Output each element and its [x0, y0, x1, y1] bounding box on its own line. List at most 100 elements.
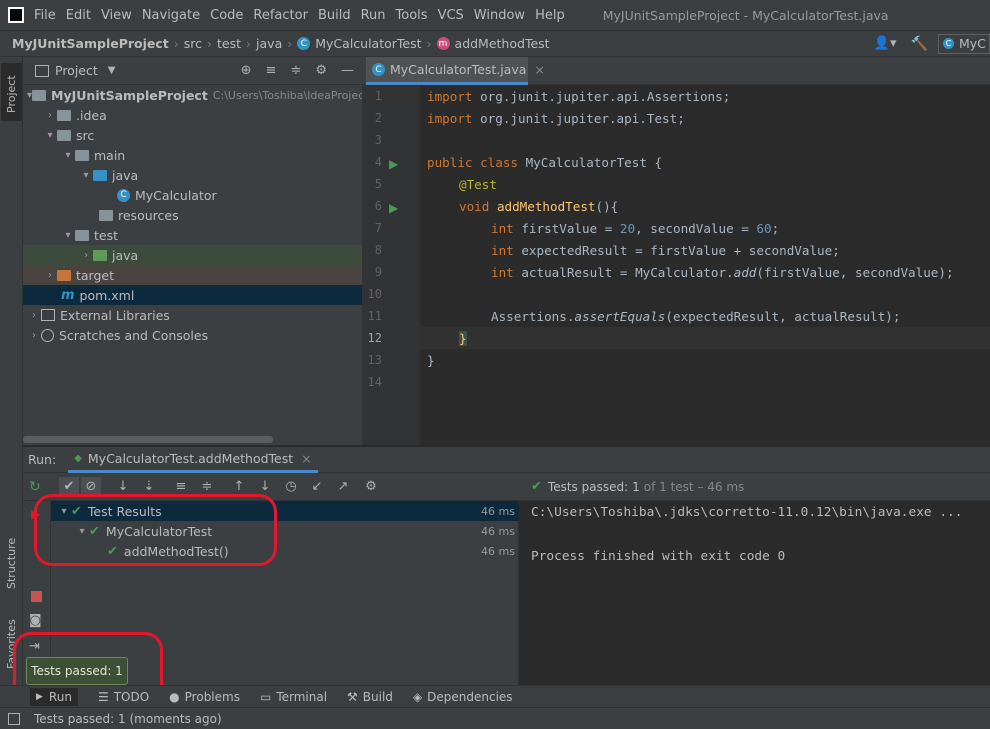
user-icon[interactable]: 👤▾: [874, 36, 897, 51]
folder-icon: [32, 89, 47, 101]
stop-icon[interactable]: [31, 591, 42, 602]
line-number: 10: [367, 287, 382, 301]
scratches-icon: [41, 328, 54, 342]
line-number: 4: [374, 155, 382, 169]
tree-item-idea[interactable]: › .idea: [23, 105, 362, 125]
line-number: 7: [374, 221, 382, 235]
breadcrumb-test[interactable]: test: [217, 36, 241, 51]
code-line-8[interactable]: int expectedResult = firstValue + second…: [491, 243, 840, 258]
intellij-logo-icon[interactable]: [8, 7, 24, 23]
minimize-icon[interactable]: —: [341, 63, 354, 78]
menu-navigate[interactable]: Navigate: [142, 8, 200, 23]
gear-icon[interactable]: ⚙: [315, 63, 327, 78]
breadcrumb-java[interactable]: java: [256, 36, 282, 51]
breadcrumb-method[interactable]: addMethodTest: [455, 36, 550, 51]
project-panel-title[interactable]: Project: [55, 63, 98, 78]
dropdown-arrow-icon[interactable]: ▼: [108, 65, 116, 76]
run-test-method-icon[interactable]: ▶: [389, 201, 402, 215]
breadcrumb-src[interactable]: src: [184, 36, 202, 51]
tree-item-external-libraries[interactable]: › External Libraries: [23, 305, 362, 325]
folder-icon: [57, 129, 71, 141]
tree-item-src[interactable]: ▾ src: [23, 125, 362, 145]
code-line-1[interactable]: import org.junit.jupiter.api.Assertions;: [427, 89, 730, 104]
problems-tool-tab[interactable]: ● Problems: [169, 690, 240, 704]
code-line-6[interactable]: void addMethodTest(){: [459, 199, 618, 214]
test-run-icon: ◆: [74, 452, 82, 464]
expand-all-icon[interactable]: ≡: [266, 63, 277, 78]
breadcrumb-class[interactable]: MyCalculatorTest: [315, 36, 421, 51]
tree-item-main-java[interactable]: ▾ java: [23, 165, 362, 185]
code-line-11[interactable]: Assertions.assertEquals(expectedResult, …: [491, 309, 900, 324]
gear-icon[interactable]: ⚙: [361, 477, 381, 497]
locate-icon[interactable]: ⊕: [241, 63, 252, 78]
test-time: 46 ms: [481, 544, 515, 558]
code-line-2[interactable]: import org.junit.jupiter.api.Test;: [427, 111, 685, 126]
line-number: 13: [367, 353, 382, 367]
tree-item-label: resources: [118, 207, 179, 223]
chevron-down-icon: ▾: [65, 149, 71, 161]
console-output[interactable]: C:\Users\Toshiba\.jdks\corretto-11.0.12\…: [519, 501, 990, 685]
tree-item-label: Scratches and Consoles: [59, 327, 209, 343]
tree-item-main[interactable]: ▾ main: [23, 145, 362, 165]
menu-code[interactable]: Code: [210, 8, 243, 23]
run-config-tab[interactable]: ◆ MyCalculatorTest.addMethodTest ×: [68, 447, 318, 473]
code-line-5[interactable]: @Test: [459, 177, 497, 192]
tree-item-mycalculator[interactable]: C MyCalculator: [23, 185, 362, 205]
menu-window[interactable]: Window: [474, 8, 525, 23]
menu-tools[interactable]: Tools: [396, 8, 428, 23]
run-config-selector[interactable]: C MyC: [938, 33, 990, 54]
editor-tabs: C MyCalculatorTest.java ×: [362, 57, 990, 85]
tree-item-project[interactable]: ▾ MyJUnitSampleProject C:\Users\Toshiba\…: [23, 85, 387, 105]
tree-item-target[interactable]: › target: [23, 265, 362, 285]
menu-vcs[interactable]: VCS: [438, 8, 464, 23]
close-icon[interactable]: ×: [301, 451, 311, 466]
run-tool-tab[interactable]: ▶ Run: [30, 687, 78, 706]
project-tool-tab[interactable]: Project: [1, 63, 22, 121]
tree-item-pom[interactable]: m pom.xml: [23, 285, 362, 305]
source-folder-icon: [93, 169, 107, 181]
todo-tool-tab[interactable]: ☰ TODO: [98, 690, 149, 704]
code-line-7[interactable]: int firstValue = 20, secondValue = 60;: [491, 221, 779, 236]
line-number: 3: [374, 133, 382, 147]
rerun-icon[interactable]: ↻: [29, 479, 41, 495]
menu-file[interactable]: File: [34, 8, 56, 23]
dependencies-tool-tab[interactable]: ◈ Dependencies: [413, 690, 513, 704]
history-icon[interactable]: ◷: [281, 477, 301, 497]
menu-build[interactable]: Build: [318, 8, 351, 23]
collapse-all-icon[interactable]: ≑: [290, 63, 301, 78]
code-line-12[interactable]: }: [459, 331, 467, 346]
export-tests-icon[interactable]: ↗: [333, 477, 353, 497]
build-tool-tab[interactable]: ⚒ Build: [347, 690, 393, 704]
code-line-9[interactable]: int actualResult = MyCalculator.add(firs…: [491, 265, 954, 280]
tree-item-test[interactable]: ▾ test: [23, 225, 362, 245]
tree-item-test-java[interactable]: › java: [23, 245, 362, 265]
import-tests-icon[interactable]: ↙: [307, 477, 327, 497]
line-number: 5: [374, 177, 382, 191]
status-message[interactable]: Tests passed: 1 (moments ago): [34, 712, 222, 726]
tree-item-resources[interactable]: resources: [23, 205, 362, 225]
menu-help[interactable]: Help: [535, 8, 565, 23]
build-hammer-icon[interactable]: 🔨: [911, 36, 928, 52]
editor-tab-label: MyCalculatorTest.java: [390, 62, 527, 77]
console-line: C:\Users\Toshiba\.jdks\corretto-11.0.12\…: [531, 505, 963, 520]
line-number: 8: [374, 243, 382, 257]
tree-item-label: MyCalculator: [135, 187, 217, 203]
structure-tab-label[interactable]: Structure: [5, 538, 18, 589]
tool-windows-icon[interactable]: [8, 712, 20, 725]
camera-icon[interactable]: ◙: [29, 613, 42, 628]
horizontal-scrollbar[interactable]: [23, 436, 273, 443]
tree-item-scratches[interactable]: › Scratches and Consoles: [23, 325, 362, 345]
run-test-class-icon[interactable]: ▶: [389, 157, 402, 171]
code-line-13[interactable]: }: [427, 353, 435, 368]
chevron-down-icon: ▾: [65, 229, 71, 241]
menu-edit[interactable]: Edit: [66, 8, 91, 23]
close-icon[interactable]: ×: [534, 62, 544, 77]
code-line-4[interactable]: public class MyCalculatorTest {: [427, 155, 662, 170]
menu-run[interactable]: Run: [361, 8, 386, 23]
editor-tab-mycalculatortest[interactable]: C MyCalculatorTest.java ×: [366, 57, 545, 85]
menu-refactor[interactable]: Refactor: [253, 8, 308, 23]
breadcrumb-project[interactable]: MyJUnitSampleProject: [12, 36, 169, 51]
menu-view[interactable]: View: [101, 8, 132, 23]
line-number: 9: [374, 265, 382, 279]
terminal-tool-tab[interactable]: ▭ Terminal: [260, 690, 327, 704]
